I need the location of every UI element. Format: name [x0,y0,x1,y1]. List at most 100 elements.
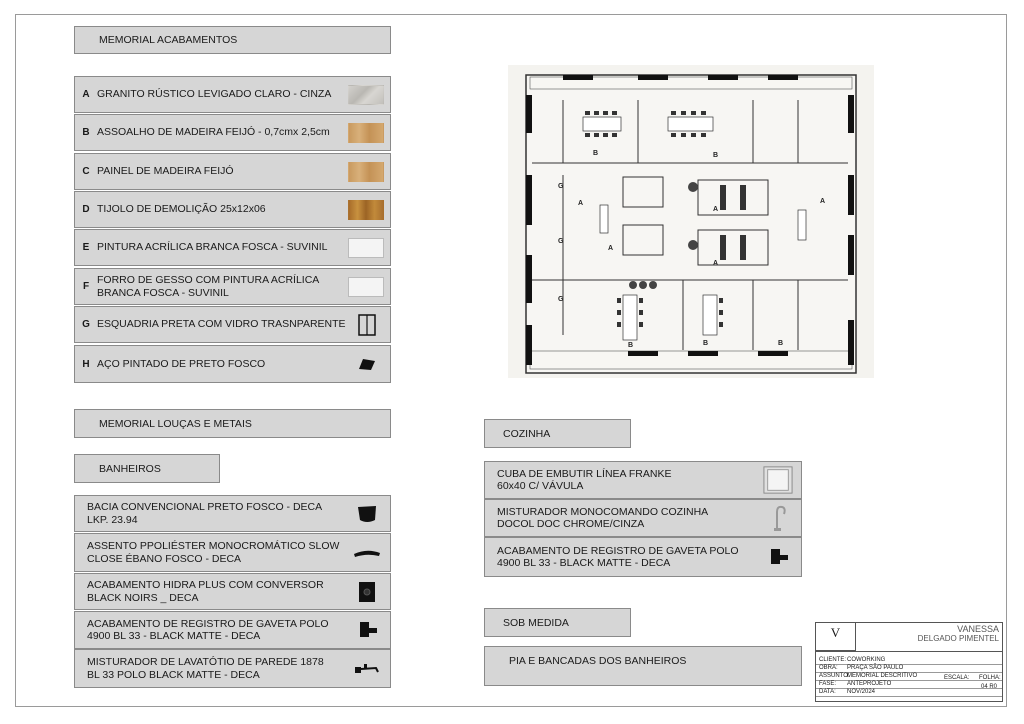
finish-letter: F [82,281,90,292]
fixture-item: BACIA CONVENCIONAL PRETO FOSCO - DECA LK… [74,495,391,532]
plan-label: B [628,342,633,349]
title-block-key: DATA: [819,689,836,695]
finish-swatch [348,122,384,143]
designer-name-line2: DELGADO PIMENTEL [917,634,999,643]
fixture-description: BACIA CONVENCIONAL PRETO FOSCO - DECA LK… [87,501,323,526]
logo-mark: V [830,625,841,640]
sob-medida-header: SOB MEDIDA [484,608,631,637]
finish-letter: G [82,319,90,330]
title-block-value: ANTEPROJETO [847,681,892,687]
wall-faucet-icon [352,657,382,681]
plan-label: G [558,238,564,245]
finish-item: A GRANITO RÚSTICO LEVIGADO CLARO - CINZA [74,76,391,113]
window-icon [352,313,382,337]
memorial-acabamentos-header: MEMORIAL ACABAMENTOS [74,26,391,54]
banheiros-header: BANHEIROS [74,454,220,483]
plan-label: A [713,260,718,267]
finish-item: E PINTURA ACRÍLICA BRANCA FOSCA - SUVINIL [74,229,391,266]
finish-letter: C [82,166,90,177]
finish-item: F FORRO DE GESSO COM PINTURA ACRÍLICA BRA… [74,268,391,305]
fixture-description: MISTURADOR DE LAVATÓTIO DE PAREDE 1878 B… [87,656,324,681]
fixture-description: ASSENTO PPOLIÉSTER MONOCROMÁTICO SLOW CL… [87,540,340,565]
sink-icon [763,466,793,494]
fixture-description: ACABAMENTO HIDRA PLUS COM CONVERSOR BLAC… [87,579,324,604]
finish-letter: H [82,358,90,370]
finish-letter: E [82,242,90,253]
finish-description: GRANITO RÚSTICO LEVIGADO CLARO - CINZA [97,88,332,101]
finish-item: D TIJOLO DE DEMOLIÇÃO 25x12x06 [74,191,391,228]
sob-medida-item-text: PIA E BANCADAS DOS BANHEIROS [509,655,687,667]
title-block-value: PRAÇA SÃO PAULO [847,665,904,671]
plan-label: A [820,198,825,205]
finish-letter: D [82,204,90,215]
banheiros-title: BANHEIROS [99,462,161,475]
sob-medida-item: PIA E BANCADAS DOS BANHEIROS [484,646,802,686]
finish-swatch [348,84,384,105]
plan-label: B [703,340,708,347]
finish-description: FORRO DE GESSO COM PINTURA ACRÍLICA BRAN… [97,274,320,299]
plan-label: B [778,340,783,347]
memorial-acabamentos-title: MEMORIAL ACABAMENTOS [99,34,238,46]
memorial-loucas-title: MEMORIAL LOUÇAS E METAIS [99,417,252,430]
flush-plate-icon [352,580,382,604]
folha-label: FOLHA: [979,675,1001,681]
finish-item: H AÇO PINTADO DE PRETO FOSCO [74,345,391,383]
escala-label: ESCALA: [944,675,970,681]
finish-swatch [348,237,384,258]
valve-icon [763,545,793,569]
finish-swatch [348,276,384,297]
fixture-item: MISTURADOR MONOCOMANDO COZINHA DOCOL DOC… [484,499,802,537]
finish-description: AÇO PINTADO DE PRETO FOSCO [97,357,266,370]
finish-description: ESQUADRIA PRETA COM VIDRO TRASNPARENTE [97,318,346,331]
fixture-item: ACABAMENTO DE REGISTRO DE GAVETA POLO 49… [484,537,802,577]
finish-swatch [348,161,384,182]
finish-description: PINTURA ACRÍLICA BRANCA FOSCA - SUVINIL [97,241,328,254]
fixture-item: ACABAMENTO DE REGISTRO DE GAVETA POLO 49… [74,611,391,649]
finish-letter: A [82,89,90,100]
fixture-item: ACABAMENTO HIDRA PLUS COM CONVERSOR BLAC… [74,573,391,610]
floor-plan: A A A A A B B B B B G G G [508,65,874,378]
fixture-item: MISTURADOR DE LAVATÓTIO DE PAREDE 1878 B… [74,649,391,688]
toilet-icon [352,502,382,526]
plan-label: G [558,183,564,190]
finish-item: B ASSOALHO DE MADEIRA FEIJÓ - 0,7cmx 2,5c… [74,114,391,151]
finish-item: G ESQUADRIA PRETA COM VIDRO TRASNPARENTE [74,306,391,343]
finish-description: TIJOLO DE DEMOLIÇÃO 25x12x06 [97,203,266,216]
title-block-key: ASSUNTO: [819,673,850,679]
designer-name-line1: VANESSA [957,624,999,634]
designer-name: VANESSA DELGADO PIMENTEL [917,624,999,644]
finish-description: PAINEL DE MADEIRA FEIJÓ [97,165,234,178]
title-block-key: FASE: [819,681,837,687]
plan-label: B [713,152,718,159]
steel-plate-icon [352,352,382,376]
title-block-value: COWORKING [847,657,886,663]
logo-box: V [816,623,856,651]
title-block: V VANESSA DELGADO PIMENTEL CLIENTE: COWOR… [815,622,1003,702]
finish-letter: B [82,127,90,138]
fixture-description: CUBA DE EMBUTIR LÍNEA FRANKE 60x40 C/ VÁ… [497,467,672,493]
fixture-item: CUBA DE EMBUTIR LÍNEA FRANKE 60x40 C/ VÁ… [484,461,802,499]
toilet-seat-icon [352,541,382,565]
title-block-value: MEMORIAL DESCRITIVO [847,673,918,679]
valve-icon [352,618,382,642]
finish-item: C PAINEL DE MADEIRA FEIJÓ [74,153,391,190]
kitchen-faucet-icon [763,505,793,531]
fixture-item: ASSENTO PPOLIÉSTER MONOCROMÁTICO SLOW CL… [74,533,391,572]
memorial-loucas-header: MEMORIAL LOUÇAS E METAIS [74,409,391,438]
plan-label: G [558,296,564,303]
fixture-description: ACABAMENTO DE REGISTRO DE GAVETA POLO 49… [87,617,329,643]
cozinha-header: COZINHA [484,419,631,448]
finish-description: ASSOALHO DE MADEIRA FEIJÓ - 0,7cmx 2,5cm [97,126,330,139]
cozinha-title: COZINHA [503,427,551,440]
title-block-value: NOV/2024 [847,689,876,695]
title-block-key: CLIENTE: [819,657,847,663]
plan-label: A [608,245,613,252]
plan-label: B [593,150,598,157]
title-block-key: OBRA: [819,665,838,671]
folha-value: 04 R0 [981,684,998,690]
sob-medida-title: SOB MEDIDA [503,616,569,629]
fixture-description: ACABAMENTO DE REGISTRO DE GAVETA POLO 49… [497,544,739,570]
finish-swatch [348,199,384,220]
fixture-description: MISTURADOR MONOCOMANDO COZINHA DOCOL DOC… [497,505,709,531]
plan-label: A [578,200,583,207]
